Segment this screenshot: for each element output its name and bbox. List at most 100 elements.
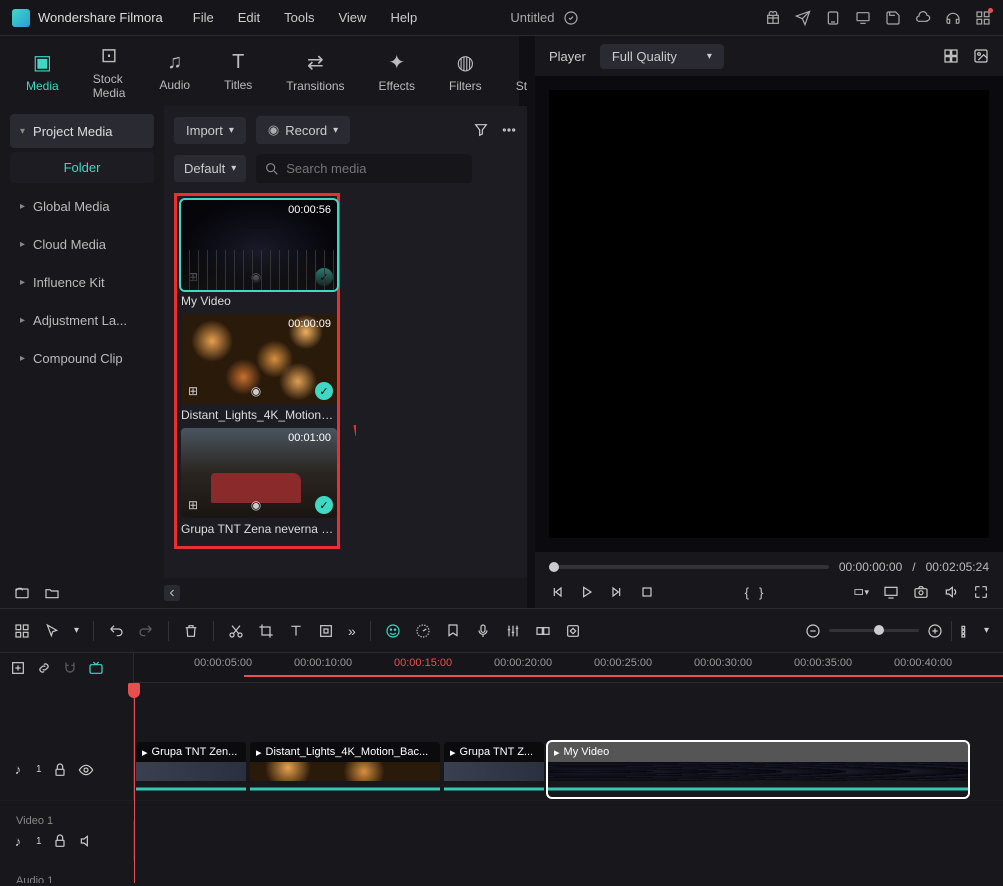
tab-media[interactable]: ▣Media [18,46,67,97]
timeline-ruler[interactable]: 00:00:05:00 00:00:10:00 00:00:15:00 00:0… [0,653,1003,683]
search-input[interactable] [256,154,472,183]
timeline-clip[interactable]: ▸Distant_Lights_4K_Motion_Bac... [250,742,440,797]
display-icon[interactable] [883,584,899,600]
text-icon[interactable] [288,623,304,639]
device-icon[interactable] [825,10,841,26]
save-icon[interactable] [885,10,901,26]
tab-titles[interactable]: TTitles [216,47,260,96]
undo-icon[interactable] [108,623,124,639]
sidebar-influence-kit[interactable]: ▸Influence Kit [10,265,154,299]
timeline-clip[interactable]: ▸Grupa TNT Z... [444,742,544,797]
chevron-down-icon[interactable]: ▾ [984,625,989,636]
new-folder-icon[interactable] [14,585,30,601]
mark-out-icon[interactable]: } [759,585,763,600]
resize-icon[interactable] [318,623,334,639]
sidebar-project-media[interactable]: ▾Project Media [10,114,154,148]
sidebar-folder[interactable]: Folder [10,152,154,183]
media-clip[interactable]: 00:01:00 ⊞◉✓ Grupa TNT Zena neverna off.… [181,428,333,536]
crop-icon[interactable] [258,623,274,639]
cloud-icon[interactable] [915,10,931,26]
menu-help[interactable]: Help [390,10,417,25]
mark-in-icon[interactable]: { [745,585,749,600]
pointer-icon[interactable] [44,623,60,639]
tab-stock-media[interactable]: ⊡Stock Media [85,39,134,104]
layout-icon[interactable] [14,623,30,639]
cut-icon[interactable] [228,623,244,639]
tab-audio[interactable]: ♫Audio [151,47,198,96]
tab-transitions[interactable]: ⇄Transitions [278,46,352,97]
clip-thumbnail[interactable]: 00:00:56 ⊞◉✓ [181,200,337,290]
redo-icon[interactable] [138,623,154,639]
menu-tools[interactable]: Tools [284,10,314,25]
magnet-icon[interactable] [62,660,78,676]
preview-scrubber[interactable] [549,565,829,569]
sidebar-compound-clip[interactable]: ▸Compound Clip [10,341,154,375]
stop-icon[interactable] [639,584,655,600]
import-button[interactable]: Import▾ [174,117,246,144]
folder-icon[interactable] [44,585,60,601]
monitor-icon[interactable] [855,10,871,26]
tab-filters[interactable]: ◍Filters [441,46,490,97]
sidebar-global-media[interactable]: ▸Global Media [10,189,154,223]
sidebar-adjustment-layer[interactable]: ▸Adjustment La... [10,303,154,337]
more-tools-icon[interactable]: » [348,623,356,639]
timeline-clip[interactable]: ▸Grupa TNT Zen... [136,742,246,797]
preview-canvas[interactable] [549,90,989,538]
image-icon[interactable] [973,48,989,64]
zoom-out-icon[interactable] [805,623,821,639]
menu-view[interactable]: View [338,10,366,25]
media-clip[interactable]: 00:00:09 ⊞◉✓ Distant_Lights_4K_Motion_B.… [181,314,333,422]
audio-track[interactable]: ♪1 [0,821,1003,861]
grid-view-icon[interactable] [943,48,959,64]
keyframe-icon[interactable] [565,623,581,639]
visible-icon[interactable] [78,762,94,778]
chevron-down-icon: ▾ [229,125,234,136]
ai-icon[interactable] [385,623,401,639]
snapshot-icon[interactable] [913,584,929,600]
gift-icon[interactable] [765,10,781,26]
mic-icon[interactable] [475,623,491,639]
link-icon[interactable] [36,660,52,676]
mute-icon[interactable] [78,833,94,849]
record-button[interactable]: ◉Record▾ [256,116,350,144]
collapse-sidebar-icon[interactable] [164,585,180,601]
fullscreen-icon[interactable] [973,584,989,600]
next-frame-icon[interactable] [609,584,625,600]
group-icon[interactable] [535,623,551,639]
speed-icon[interactable] [415,623,431,639]
sidebar-cloud-media[interactable]: ▸Cloud Media [10,227,154,261]
lock-icon[interactable] [52,833,68,849]
video-track[interactable]: ♪1 ▸Grupa TNT Zen... ▸Distant_Lights_4K_… [0,739,1003,801]
more-icon[interactable] [501,122,517,138]
clip-thumbnail[interactable]: 00:01:00 ⊞◉✓ [181,428,337,518]
marker-icon[interactable] [445,623,461,639]
send-icon[interactable] [795,10,811,26]
media-clip[interactable]: 00:00:56 ⊞◉✓ My Video [181,200,333,308]
zoom-slider[interactable] [829,629,919,632]
tab-effects[interactable]: ✦Effects [371,46,423,97]
aspect-icon[interactable]: ▾ [853,584,869,600]
menu-edit[interactable]: Edit [238,10,260,25]
lock-icon[interactable] [52,762,68,778]
quality-select[interactable]: Full Quality▾ [600,44,724,69]
sync-status-icon[interactable] [563,10,579,26]
play-icon[interactable] [579,584,595,600]
headphones-icon[interactable] [945,10,961,26]
view-options-icon[interactable] [960,623,976,639]
timeline-clip-selected[interactable]: ▸My Video [548,742,968,797]
playhead[interactable] [134,683,135,883]
apps-icon[interactable] [975,10,991,26]
volume-icon[interactable] [943,584,959,600]
tv-icon[interactable] [88,660,104,676]
audio-mixer-icon[interactable] [505,623,521,639]
sort-button[interactable]: Default▾ [174,155,246,182]
project-title[interactable]: Untitled [510,10,554,25]
delete-icon[interactable] [183,623,199,639]
chevron-down-icon[interactable]: ▾ [74,625,79,636]
filter-icon[interactable] [473,122,489,138]
menu-file[interactable]: File [193,10,214,25]
clip-thumbnail[interactable]: 00:00:09 ⊞◉✓ [181,314,337,404]
zoom-in-icon[interactable] [927,623,943,639]
prev-frame-icon[interactable] [549,584,565,600]
track-add-icon[interactable] [10,660,26,676]
